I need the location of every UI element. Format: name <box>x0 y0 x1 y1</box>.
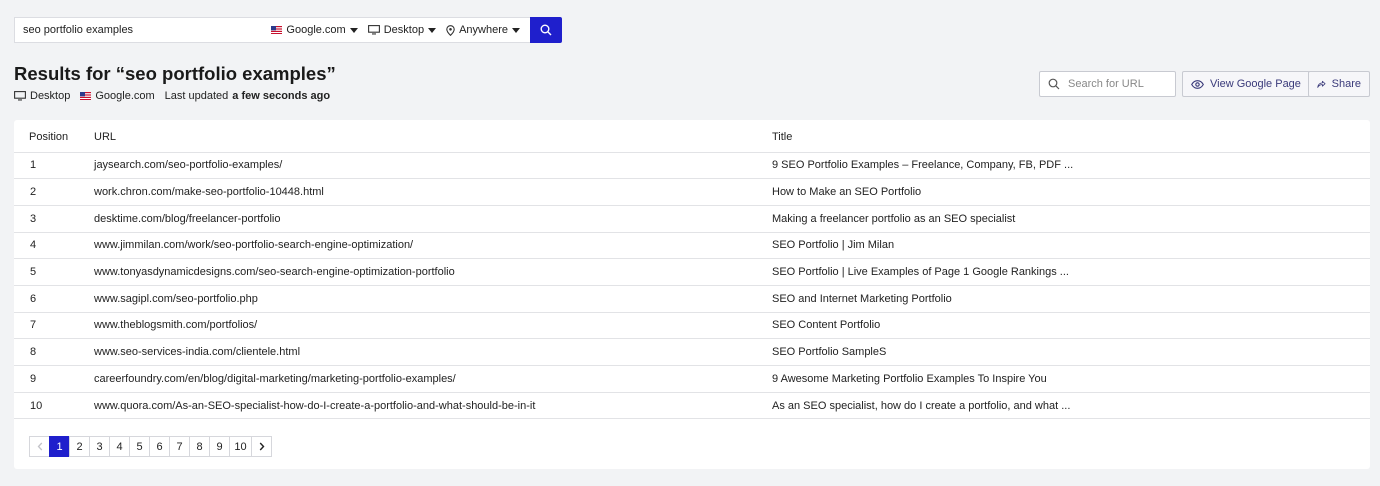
table-row: 7 www.theblogsmith.com/portfolios/ SEO C… <box>14 312 1370 340</box>
search-button[interactable] <box>530 17 562 43</box>
cell-title: As an SEO specialist, how do I create a … <box>772 392 1370 420</box>
cell-position: 5 <box>14 258 94 286</box>
chevron-down-icon <box>428 27 437 33</box>
chevron-left-icon <box>37 442 42 451</box>
url-search-input[interactable] <box>1066 77 1166 91</box>
url-search-box <box>1039 71 1176 97</box>
cell-position: 9 <box>14 365 94 393</box>
cell-position: 3 <box>14 205 94 233</box>
table-row: 8 www.seo-services-india.com/clientele.h… <box>14 338 1370 366</box>
table-row: 2 work.chron.com/make-seo-portfolio-1044… <box>14 178 1370 206</box>
cell-position: 10 <box>14 392 94 420</box>
us-flag-icon <box>80 92 92 100</box>
pagination-page-10[interactable]: 10 <box>229 436 252 457</box>
engine-select-label: Google.com <box>286 24 346 36</box>
pagination: 1 2 3 4 5 6 7 8 9 10 <box>29 436 272 457</box>
table-row: 6 www.sagipl.com/seo-portfolio.php SEO a… <box>14 285 1370 313</box>
location-select-label: Anywhere <box>459 24 508 36</box>
results-table: Position URL Title 1 jaysearch.com/seo-p… <box>14 120 1370 420</box>
pagination-page-1[interactable]: 1 <box>49 436 70 457</box>
search-icon <box>540 24 552 36</box>
pagination-page-9[interactable]: 9 <box>209 436 230 457</box>
cell-url[interactable]: www.theblogsmith.com/portfolios/ <box>94 312 772 340</box>
meta-device-label: Desktop <box>30 90 71 102</box>
table-row: 10 www.quora.com/As-an-SEO-specialist-ho… <box>14 392 1370 420</box>
cell-title: SEO Content Portfolio <box>772 312 1370 340</box>
cell-url[interactable]: jaysearch.com/seo-portfolio-examples/ <box>94 152 772 180</box>
cell-position: 8 <box>14 338 94 366</box>
pagination-page-8[interactable]: 8 <box>189 436 210 457</box>
meta-device: Desktop <box>14 90 70 102</box>
share-label: Share <box>1331 78 1361 90</box>
meta-engine-label: Google.com <box>95 90 155 102</box>
column-header-title[interactable]: Title <box>772 120 1370 153</box>
column-header-position[interactable]: Position <box>14 120 94 153</box>
chevron-right-icon <box>259 442 264 451</box>
cell-url[interactable]: www.sagipl.com/seo-portfolio.php <box>94 285 772 313</box>
last-updated: Last updated a few seconds ago <box>165 90 330 102</box>
view-google-page-button[interactable]: View Google Page <box>1182 71 1310 97</box>
meta-engine: Google.com <box>80 90 155 102</box>
pagination-next-button[interactable] <box>251 436 272 457</box>
search-bar: seo portfolio examples Google.com Deskto… <box>14 17 530 43</box>
cell-url[interactable]: www.tonyasdynamicdesigns.com/seo-search-… <box>94 258 772 286</box>
cell-title: 9 SEO Portfolio Examples – Freelance, Co… <box>772 152 1370 180</box>
pagination-page-4[interactable]: 4 <box>109 436 130 457</box>
cell-position: 7 <box>14 312 94 340</box>
cell-url[interactable]: desktime.com/blog/freelancer-portfolio <box>94 205 772 233</box>
page-title: Results for “seo portfolio examples” <box>14 63 336 84</box>
cell-url[interactable]: work.chron.com/make-seo-portfolio-10448.… <box>94 178 772 206</box>
results-card: Position URL Title 1 jaysearch.com/seo-p… <box>14 120 1370 469</box>
search-icon <box>1048 78 1060 90</box>
table-row: 9 careerfoundry.com/en/blog/digital-mark… <box>14 365 1370 393</box>
pagination-page-6[interactable]: 6 <box>149 436 170 457</box>
eye-icon <box>1191 79 1204 89</box>
table-row: 3 desktime.com/blog/freelancer-portfolio… <box>14 205 1370 233</box>
device-select[interactable]: Desktop <box>367 24 437 36</box>
chevron-down-icon <box>512 27 520 33</box>
cell-position: 2 <box>14 178 94 206</box>
monitor-icon <box>367 25 380 35</box>
engine-select[interactable]: Google.com <box>271 24 358 36</box>
pagination-page-5[interactable]: 5 <box>129 436 150 457</box>
chevron-down-icon <box>349 27 358 33</box>
search-query-input[interactable]: seo portfolio examples <box>15 24 271 36</box>
pagination-page-2[interactable]: 2 <box>69 436 90 457</box>
share-button[interactable]: Share <box>1308 71 1370 97</box>
us-flag-icon <box>271 26 283 34</box>
share-icon <box>1317 80 1326 88</box>
cell-position: 4 <box>14 232 94 260</box>
cell-title: How to Make an SEO Portfolio <box>772 178 1370 206</box>
cell-title: 9 Awesome Marketing Portfolio Examples T… <box>772 365 1370 393</box>
table-row: 4 www.jimmilan.com/work/seo-portfolio-se… <box>14 232 1370 260</box>
cell-url[interactable]: careerfoundry.com/en/blog/digital-market… <box>94 365 772 393</box>
table-row: 1 jaysearch.com/seo-portfolio-examples/ … <box>14 152 1370 180</box>
pagination-page-3[interactable]: 3 <box>89 436 110 457</box>
column-header-url[interactable]: URL <box>94 120 772 153</box>
cell-title: SEO Portfolio SampleS <box>772 338 1370 366</box>
location-select[interactable]: Anywhere <box>446 24 520 36</box>
table-header-row: Position URL Title <box>14 120 1370 153</box>
pagination-page-7[interactable]: 7 <box>169 436 190 457</box>
results-meta: Desktop Google.com Last updated a few se… <box>14 90 340 102</box>
cell-url[interactable]: www.quora.com/As-an-SEO-specialist-how-d… <box>94 392 772 420</box>
pagination-prev-button[interactable] <box>29 436 50 457</box>
location-pin-icon <box>446 24 455 36</box>
cell-position: 1 <box>14 152 94 180</box>
last-updated-value: a few seconds ago <box>232 90 331 102</box>
cell-position: 6 <box>14 285 94 313</box>
monitor-icon <box>14 91 26 101</box>
cell-title: SEO and Internet Marketing Portfolio <box>772 285 1370 313</box>
cell-url[interactable]: www.jimmilan.com/work/seo-portfolio-sear… <box>94 232 772 260</box>
cell-title: SEO Portfolio | Jim Milan <box>772 232 1370 260</box>
view-google-page-label: View Google Page <box>1210 78 1301 90</box>
cell-title: SEO Portfolio | Live Examples of Page 1 … <box>772 258 1370 286</box>
device-select-label: Desktop <box>383 24 425 36</box>
cell-url[interactable]: www.seo-services-india.com/clientele.htm… <box>94 338 772 366</box>
table-row: 5 www.tonyasdynamicdesigns.com/seo-searc… <box>14 258 1370 286</box>
cell-title: Making a freelancer portfolio as an SEO … <box>772 205 1370 233</box>
last-updated-label: Last updated <box>164 90 229 102</box>
